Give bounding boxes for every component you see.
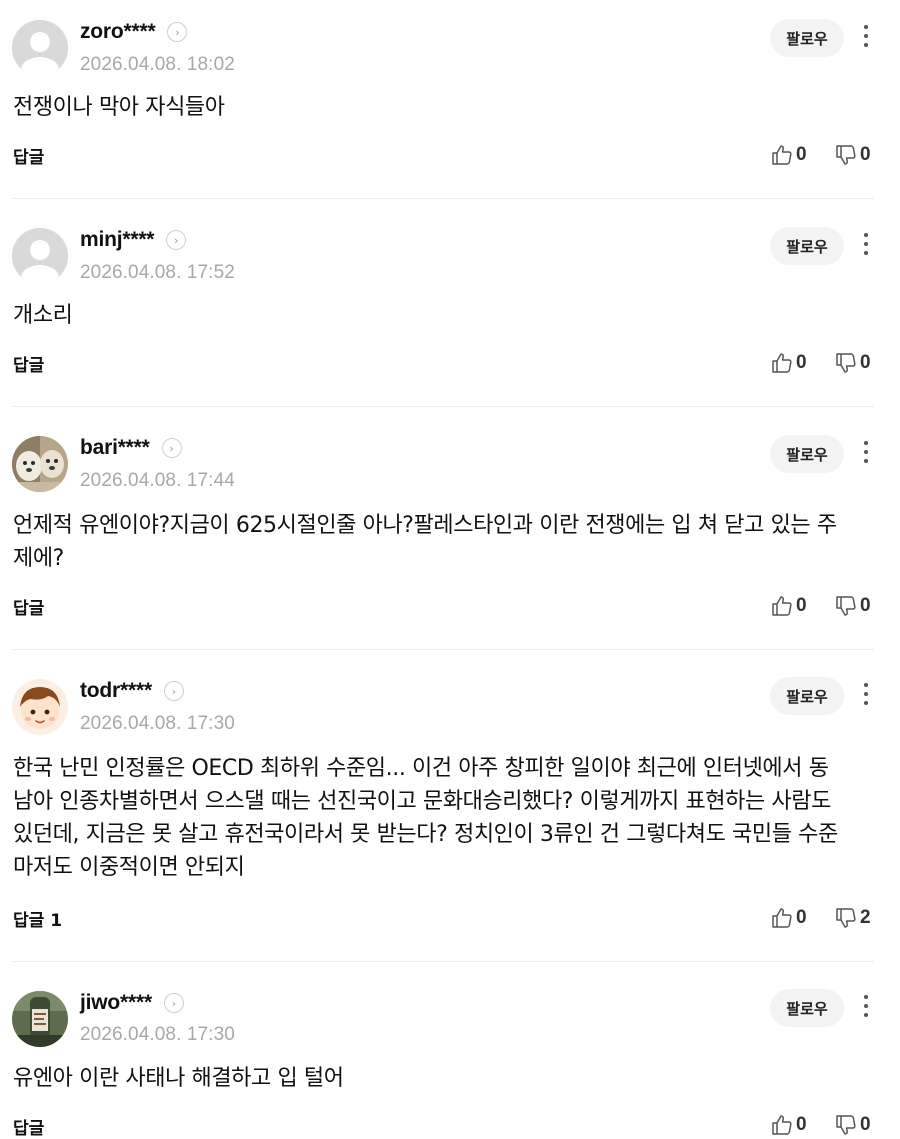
username[interactable]: bari**** — [80, 436, 150, 460]
reply-label: 답글 — [13, 599, 45, 619]
dislike-button[interactable]: 0 — [834, 143, 871, 167]
divider — [12, 406, 874, 407]
reply-label: 답글 — [13, 911, 45, 931]
dislike-count: 0 — [860, 352, 871, 373]
comment-date: 2026.04.08. 18:02 — [80, 54, 235, 75]
username[interactable]: jiwo**** — [80, 991, 152, 1015]
more-options-icon[interactable] — [856, 437, 876, 467]
chevron-right-icon[interactable]: › — [163, 993, 184, 1013]
follow-button[interactable]: 팔로우 — [770, 989, 844, 1027]
username[interactable]: zoro**** — [80, 20, 156, 44]
avatar[interactable] — [12, 991, 68, 1047]
more-options-icon[interactable] — [856, 229, 876, 259]
comment-text: 언제적 유엔이야?지금이 625시절인줄 아나?팔레스타인과 이란 전쟁에는 입… — [13, 513, 837, 571]
comment-date: 2026.04.08. 17:30 — [80, 1024, 235, 1045]
dislike-button[interactable]: 0 — [834, 594, 871, 618]
dislike-button[interactable]: 2 — [834, 906, 871, 930]
thumbs-up-icon — [772, 596, 792, 616]
chevron-right-icon[interactable]: › — [161, 438, 182, 458]
like-button[interactable]: 0 — [770, 594, 807, 618]
divider — [12, 649, 874, 650]
thumbs-down-icon — [836, 908, 856, 928]
like-count: 0 — [796, 1114, 807, 1135]
dog-photo-icon — [12, 436, 68, 492]
more-options-icon[interactable] — [856, 21, 876, 51]
thumbs-down-icon — [836, 1115, 856, 1135]
reply-button[interactable]: 답글 — [13, 351, 50, 376]
like-count: 0 — [796, 595, 807, 616]
reply-label: 답글 — [13, 148, 45, 168]
divider — [12, 961, 874, 962]
follow-button[interactable]: 팔로우 — [770, 677, 844, 715]
default-avatar-icon — [12, 228, 68, 284]
more-options-icon[interactable] — [856, 991, 876, 1021]
follow-button[interactable]: 팔로우 — [770, 227, 844, 265]
avatar[interactable] — [12, 436, 68, 492]
thumbs-up-icon — [772, 353, 792, 373]
like-count: 0 — [796, 352, 807, 373]
reply-button[interactable]: 답글 1 — [13, 906, 62, 931]
thumbs-down-icon — [836, 353, 856, 373]
user-row: minj**** › — [80, 228, 187, 252]
thumbs-up-icon — [772, 145, 792, 165]
user-row: jiwo**** › — [80, 991, 184, 1015]
comment-text: 유엔아 이란 사태나 해결하고 입 털어 — [13, 1066, 344, 1091]
comment-date: 2026.04.08. 17:44 — [80, 470, 235, 491]
like-button[interactable]: 0 — [770, 143, 807, 167]
comment-text: 개소리 — [13, 303, 73, 328]
dislike-button[interactable]: 0 — [834, 351, 871, 375]
thumbs-down-icon — [836, 145, 856, 165]
dislike-count: 0 — [860, 595, 871, 616]
chevron-right-icon[interactable]: › — [166, 230, 187, 250]
like-count: 0 — [796, 144, 807, 165]
comment-text: 한국 난민 인정률은 OECD 최하위 수준임... 이건 아주 창피한 일이야… — [13, 756, 838, 880]
like-button[interactable]: 0 — [770, 351, 807, 375]
user-row: todr**** › — [80, 679, 184, 703]
comment-date: 2026.04.08. 17:30 — [80, 713, 235, 734]
user-row: bari**** › — [80, 436, 182, 460]
thumbs-down-icon — [836, 596, 856, 616]
avatar[interactable] — [12, 20, 68, 76]
reply-label: 답글 — [13, 1119, 45, 1139]
like-button[interactable]: 0 — [770, 906, 807, 930]
bottle-photo-icon — [12, 991, 68, 1047]
more-options-icon[interactable] — [856, 679, 876, 709]
dislike-button[interactable]: 0 — [834, 1113, 871, 1137]
follow-button[interactable]: 팔로우 — [770, 435, 844, 473]
thumbs-up-icon — [772, 1115, 792, 1135]
avatar[interactable] — [12, 228, 68, 284]
thumbs-up-icon — [772, 908, 792, 928]
chevron-right-icon[interactable]: › — [167, 22, 188, 42]
follow-button[interactable]: 팔로우 — [770, 19, 844, 57]
user-row: zoro**** › — [80, 20, 188, 44]
reply-button[interactable]: 답글 — [13, 1114, 50, 1139]
reply-count: 1 — [50, 911, 63, 931]
chevron-right-icon[interactable]: › — [163, 681, 184, 701]
like-count: 0 — [796, 907, 807, 928]
dislike-count: 2 — [860, 907, 871, 928]
default-avatar-icon — [12, 20, 68, 76]
username[interactable]: todr**** — [80, 679, 152, 703]
comment-date: 2026.04.08. 17:52 — [80, 262, 235, 283]
cartoon-face-icon — [12, 679, 68, 735]
reply-label: 답글 — [13, 356, 45, 376]
avatar[interactable] — [12, 679, 68, 735]
username[interactable]: minj**** — [80, 228, 154, 252]
reply-button[interactable]: 답글 — [13, 594, 50, 619]
comment-text: 전쟁이나 막아 자식들아 — [13, 95, 225, 120]
like-button[interactable]: 0 — [770, 1113, 807, 1137]
divider — [12, 198, 874, 199]
dislike-count: 0 — [860, 144, 871, 165]
dislike-count: 0 — [860, 1114, 871, 1135]
reply-button[interactable]: 답글 — [13, 143, 50, 168]
